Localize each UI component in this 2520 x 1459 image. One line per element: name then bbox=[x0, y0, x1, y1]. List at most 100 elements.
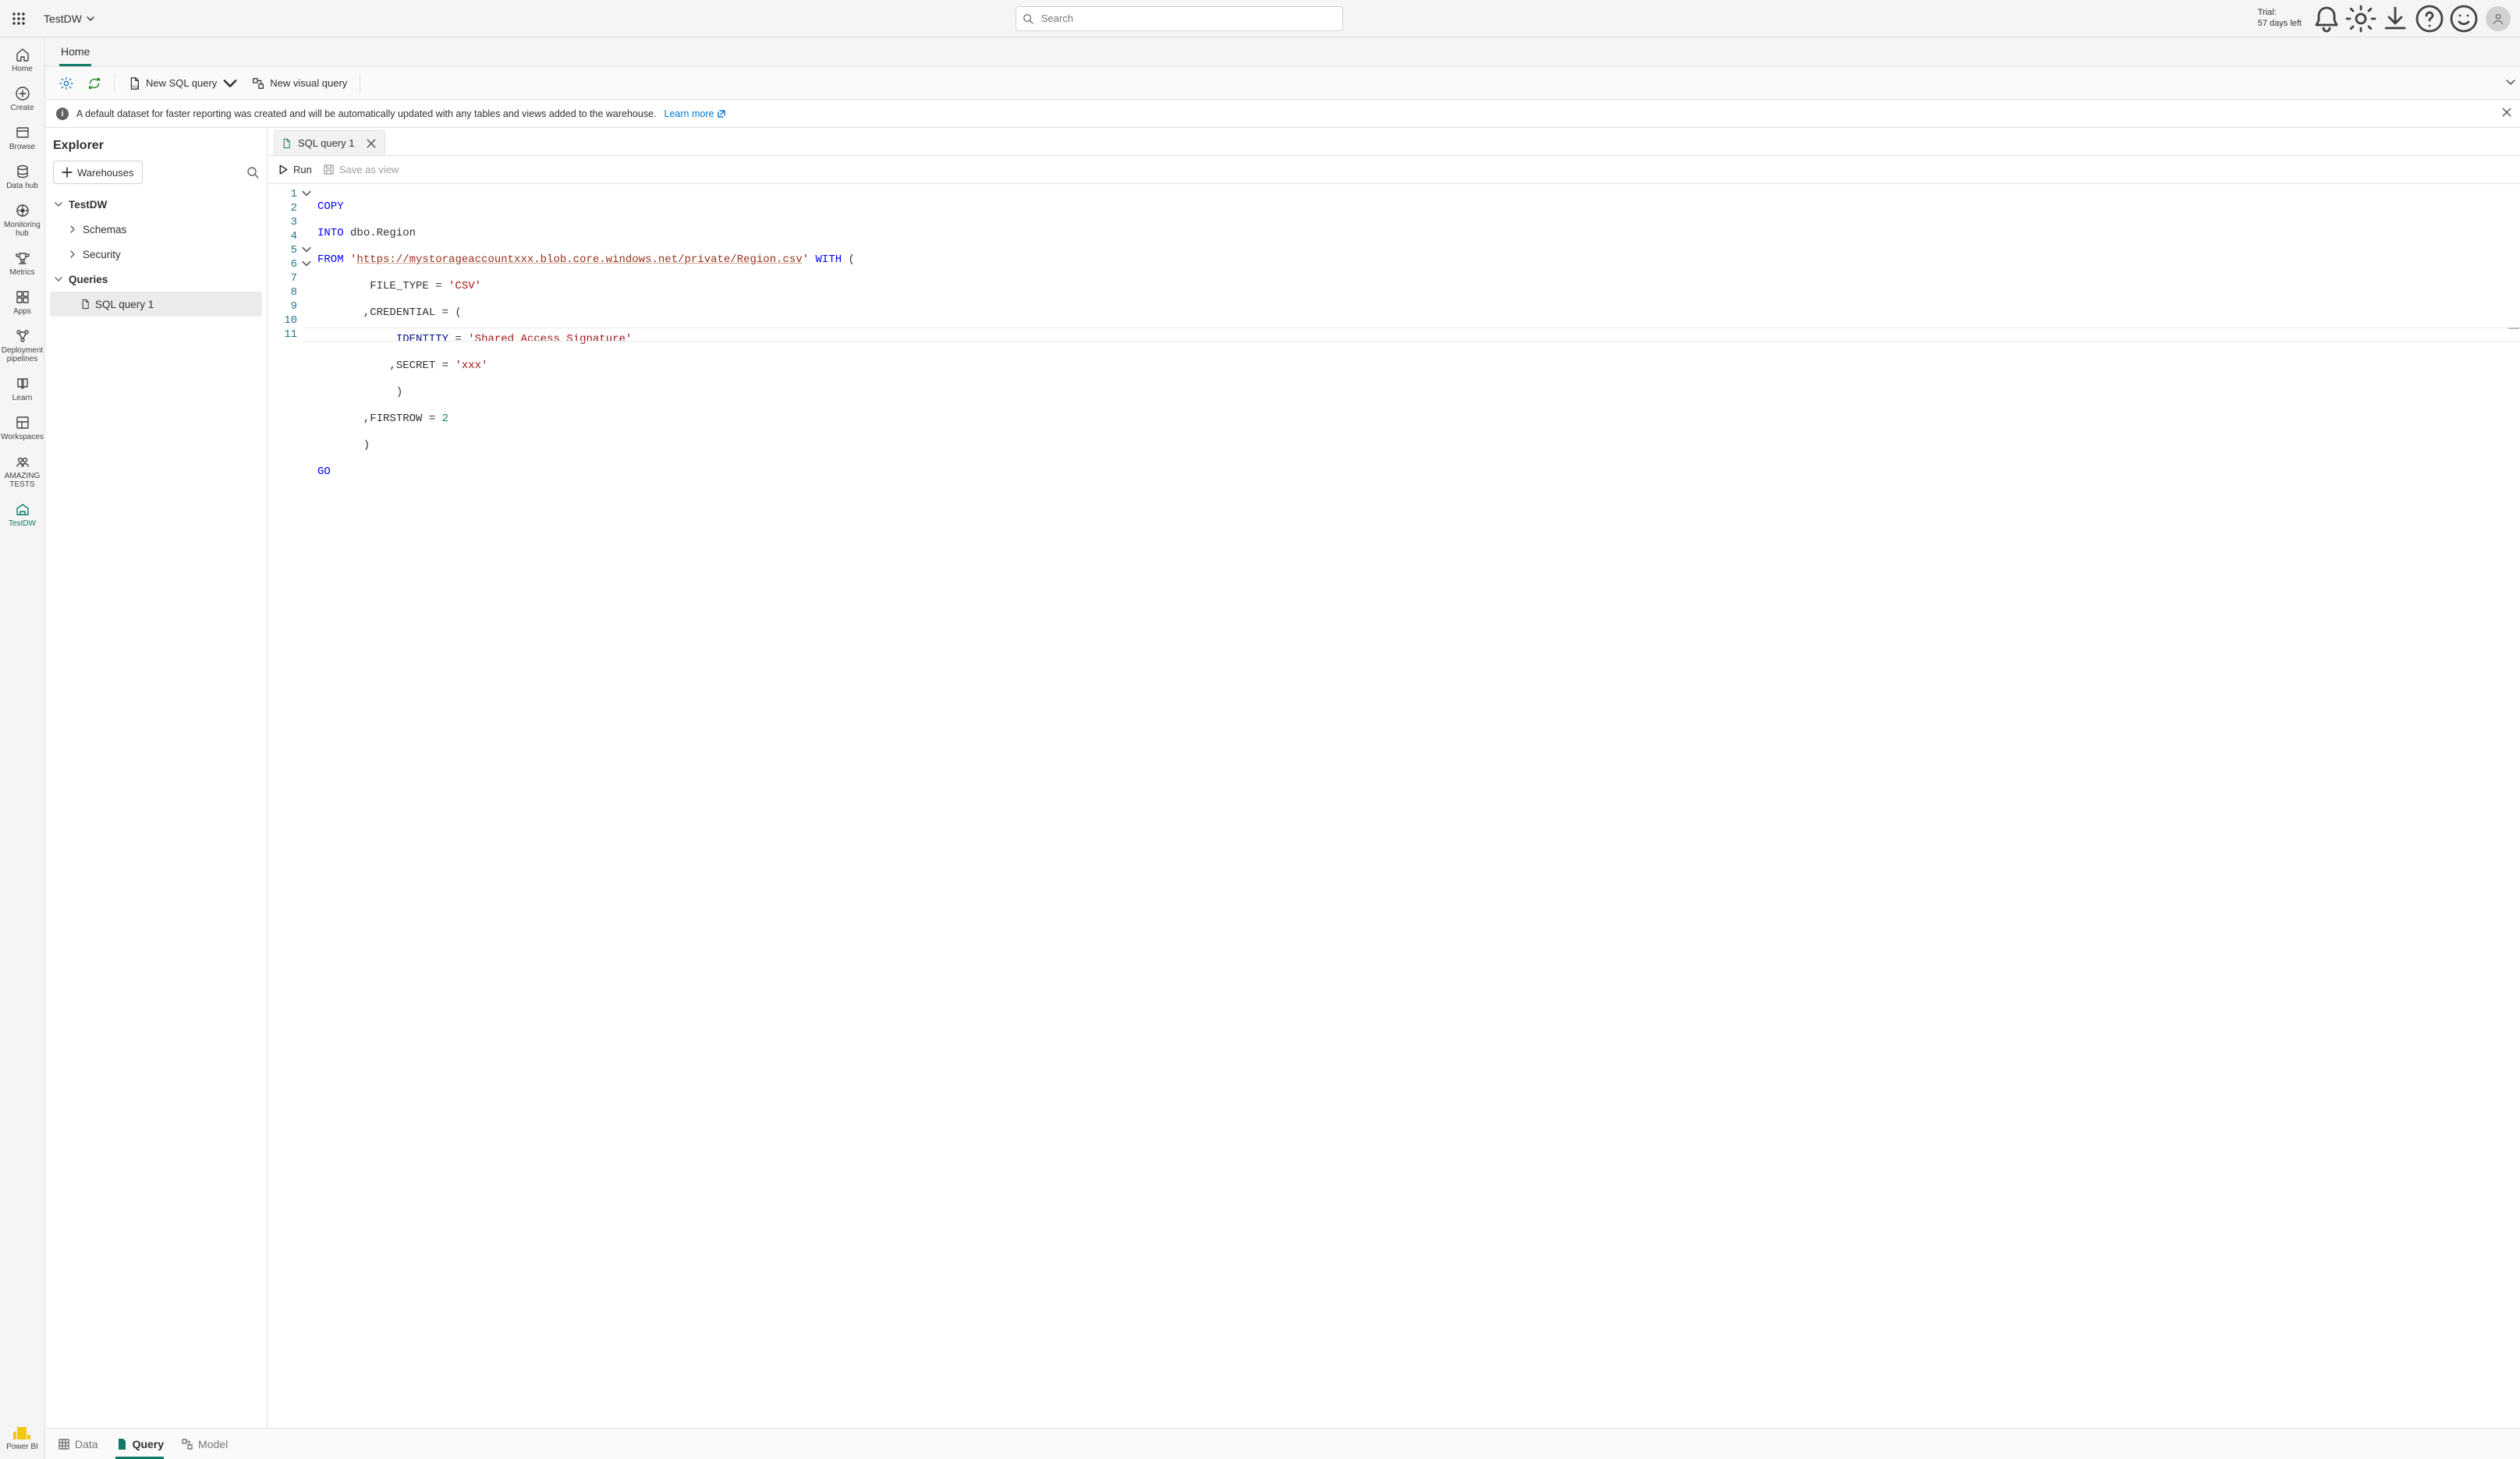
external-link-icon bbox=[717, 109, 726, 119]
sql-file-icon bbox=[80, 299, 90, 310]
visual-query-icon bbox=[251, 76, 265, 90]
chevron-right-icon bbox=[69, 225, 76, 233]
code-editor[interactable]: 1 2 3 4 5 6 7 8 9 10 11 COPY INTO dbo.Re… bbox=[268, 184, 2520, 1428]
help-button[interactable] bbox=[2414, 3, 2445, 34]
refresh-button[interactable] bbox=[81, 71, 108, 96]
avatar bbox=[2486, 6, 2511, 31]
new-sql-query-button[interactable]: SQL New SQL query bbox=[121, 71, 243, 96]
tree-node-schemas[interactable]: Schemas bbox=[50, 217, 262, 242]
manage-settings-button[interactable] bbox=[53, 71, 80, 96]
app-launcher-button[interactable] bbox=[6, 6, 31, 31]
explorer-search-button[interactable] bbox=[246, 166, 259, 179]
rail-datahub[interactable]: Data hub bbox=[0, 158, 45, 197]
rail-amazing-tests[interactable]: AMAZING TESTS bbox=[0, 448, 45, 495]
smile-icon bbox=[2448, 3, 2479, 34]
info-learn-more-link[interactable]: Learn more bbox=[665, 108, 727, 119]
save-view-icon bbox=[323, 164, 335, 175]
editor-tabs: SQL query 1 bbox=[268, 128, 2520, 156]
editor-tab-query1[interactable]: SQL query 1 bbox=[274, 130, 385, 155]
refresh-icon bbox=[87, 76, 101, 90]
help-icon bbox=[2414, 3, 2445, 34]
search-input[interactable] bbox=[1040, 12, 1336, 25]
ribbon-actions: SQL New SQL query New visual query bbox=[45, 67, 2520, 100]
editor-area: SQL query 1 Run Save as view bbox=[268, 128, 2520, 1428]
bottom-tabs: Data Query Model bbox=[45, 1428, 2520, 1459]
tree-node-query1[interactable]: SQL query 1 bbox=[50, 292, 262, 317]
play-icon bbox=[277, 164, 289, 175]
chevron-down-icon bbox=[55, 275, 62, 283]
rail-monitoring[interactable]: Monitoring hub bbox=[0, 197, 45, 244]
rail-home[interactable]: Home bbox=[0, 41, 45, 80]
chevron-down-icon bbox=[2506, 77, 2515, 87]
datahub-icon bbox=[15, 164, 30, 179]
rail-workspaces[interactable]: Workspaces bbox=[0, 409, 45, 448]
bottom-tab-data[interactable]: Data bbox=[58, 1429, 98, 1459]
apps-grid-icon bbox=[12, 12, 25, 25]
gear-icon bbox=[2345, 3, 2376, 34]
tree-node-security[interactable]: Security bbox=[50, 242, 262, 267]
chevron-down-icon bbox=[87, 15, 94, 23]
people-icon bbox=[15, 454, 30, 469]
sql-file-icon bbox=[281, 138, 292, 149]
ribbon-collapse-button[interactable] bbox=[2506, 77, 2515, 89]
info-close-button[interactable] bbox=[2501, 107, 2512, 120]
rail-footer-powerbi[interactable]: Power BI bbox=[6, 1421, 38, 1459]
download-button[interactable] bbox=[2380, 3, 2411, 34]
tree-node-queries[interactable]: Queries bbox=[50, 267, 262, 292]
plus-icon bbox=[62, 167, 73, 178]
tree-node-root[interactable]: TestDW bbox=[50, 192, 262, 217]
ribbon-tab-home[interactable]: Home bbox=[59, 39, 91, 66]
powerbi-logo-icon bbox=[17, 1427, 27, 1440]
bottom-tab-model[interactable]: Model bbox=[181, 1429, 228, 1459]
person-icon bbox=[2491, 12, 2505, 26]
rail-apps[interactable]: Apps bbox=[0, 283, 45, 322]
new-visual-query-button[interactable]: New visual query bbox=[245, 71, 353, 96]
bell-icon bbox=[2311, 3, 2342, 34]
line-number-gutter: 1 2 3 4 5 6 7 8 9 10 11 bbox=[268, 184, 303, 1428]
info-icon: i bbox=[56, 108, 69, 120]
fold-down-icon[interactable] bbox=[302, 259, 311, 268]
global-search[interactable] bbox=[1015, 6, 1343, 31]
svg-text:SQL: SQL bbox=[132, 84, 140, 88]
download-icon bbox=[2380, 3, 2411, 34]
workspace-switcher[interactable]: TestDW bbox=[37, 12, 101, 25]
warehouse-icon bbox=[15, 501, 30, 517]
book-icon bbox=[15, 376, 30, 391]
home-icon bbox=[15, 47, 30, 62]
plus-circle-icon bbox=[15, 86, 30, 101]
bottom-tab-query[interactable]: Query bbox=[115, 1429, 164, 1459]
chevron-down-icon bbox=[223, 76, 237, 90]
fold-down-icon[interactable] bbox=[302, 189, 311, 198]
rail-learn[interactable]: Learn bbox=[0, 370, 45, 409]
rail-pipelines[interactable]: Deployment pipelines bbox=[0, 322, 45, 370]
info-strip: i A default dataset for faster reporting… bbox=[45, 100, 2520, 128]
top-bar: TestDW Trial: 57 days left bbox=[0, 0, 2520, 37]
account-button[interactable] bbox=[2483, 3, 2514, 34]
fold-down-icon[interactable] bbox=[302, 245, 311, 254]
info-message: A default dataset for faster reporting w… bbox=[76, 108, 657, 119]
trophy-icon bbox=[15, 250, 30, 266]
settings-button[interactable] bbox=[2345, 3, 2376, 34]
notifications-button[interactable] bbox=[2311, 3, 2342, 34]
trial-status: Trial: 57 days left bbox=[2258, 8, 2308, 28]
feedback-button[interactable] bbox=[2448, 3, 2479, 34]
table-icon bbox=[58, 1438, 70, 1450]
code-content[interactable]: COPY INTO dbo.Region FROM 'https://mysto… bbox=[303, 184, 2520, 1428]
run-button[interactable]: Run bbox=[277, 164, 312, 175]
save-as-view-button[interactable]: Save as view bbox=[323, 164, 399, 175]
rail-browse[interactable]: Browse bbox=[0, 119, 45, 158]
pipeline-icon bbox=[15, 328, 30, 344]
explorer-tree: TestDW Schemas Security Queries bbox=[50, 192, 262, 317]
minimap-indicator[interactable] bbox=[2508, 328, 2519, 329]
ribbon-tabs: Home bbox=[45, 37, 2520, 67]
sql-file-icon: SQL bbox=[127, 76, 141, 90]
browse-icon bbox=[15, 125, 30, 140]
close-icon[interactable] bbox=[366, 138, 377, 149]
rail-testdw[interactable]: TestDW bbox=[0, 495, 45, 534]
rail-create[interactable]: Create bbox=[0, 80, 45, 119]
editor-toolbar: Run Save as view bbox=[268, 156, 2520, 184]
rail-metrics[interactable]: Metrics bbox=[0, 244, 45, 283]
gear-icon bbox=[59, 76, 73, 90]
add-warehouse-button[interactable]: Warehouses bbox=[53, 161, 143, 184]
trial-line1: Trial: bbox=[2258, 8, 2302, 18]
